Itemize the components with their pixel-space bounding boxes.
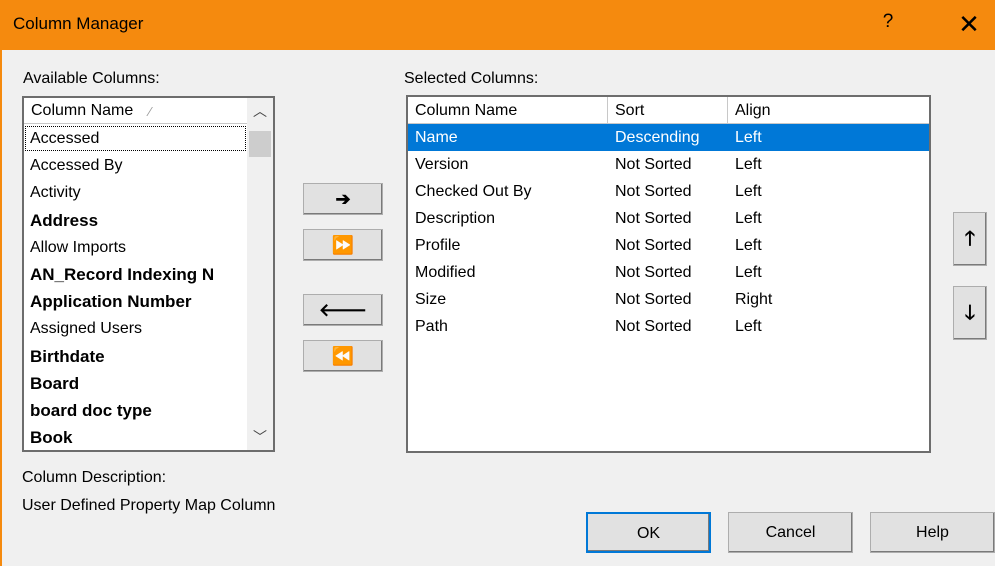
- available-column-item[interactable]: Birthdate: [24, 343, 247, 370]
- row-sort: Not Sorted: [615, 183, 692, 200]
- available-columns-list[interactable]: Column Name ⁄ Accessed Accessed By Activit…: [22, 96, 275, 452]
- selected-column-row[interactable]: Checked Out By Not Sorted Left: [408, 178, 929, 205]
- cancel-button[interactable]: Cancel: [728, 512, 853, 553]
- row-sort: Descending: [615, 129, 700, 146]
- row-column-name: Description: [415, 210, 496, 227]
- row-align: Left: [735, 156, 762, 173]
- available-column-item[interactable]: Accessed By: [24, 152, 247, 179]
- help-icon[interactable]: ?: [878, 11, 898, 33]
- selected-column-row[interactable]: Description Not Sorted Left: [408, 205, 929, 232]
- window-border: [0, 50, 2, 566]
- row-sort: Not Sorted: [615, 291, 692, 308]
- title-bar: Column Manager ? ✕: [0, 0, 995, 50]
- available-column-item[interactable]: Board: [24, 370, 247, 397]
- row-sort: Not Sorted: [615, 156, 692, 173]
- available-column-item[interactable]: Application Number: [24, 288, 247, 315]
- help-button[interactable]: Help: [870, 512, 995, 553]
- row-align: Left: [735, 237, 762, 254]
- remove-all-columns-button[interactable]: ⏪: [303, 340, 383, 372]
- available-rows: Accessed Accessed By Activity Address Allow …: [24, 125, 247, 451]
- ok-button[interactable]: OK: [586, 512, 711, 553]
- row-sort: Not Sorted: [615, 264, 692, 281]
- row-column-name: Profile: [415, 237, 461, 254]
- row-align: Left: [735, 210, 762, 227]
- sort-indicator-icon: ⁄: [149, 104, 152, 119]
- remove-column-button[interactable]: 🡐: [303, 294, 383, 326]
- header-sort[interactable]: Sort: [608, 97, 728, 124]
- column-description-text: User Defined Property Map Column: [22, 497, 276, 514]
- add-column-button[interactable]: ➔: [303, 183, 383, 215]
- available-column-item[interactable]: Address: [24, 207, 247, 234]
- available-column-item[interactable]: Assigned Users: [24, 315, 247, 342]
- scroll-up-icon[interactable]: ︿: [247, 98, 273, 124]
- move-up-button[interactable]: 🡑: [953, 212, 987, 266]
- available-column-item[interactable]: Accessed: [24, 125, 247, 152]
- column-description-label: Column Description:: [22, 469, 167, 486]
- available-column-item[interactable]: AN_Record Indexing N: [24, 261, 247, 288]
- row-sort: Not Sorted: [615, 237, 692, 254]
- vertical-scrollbar[interactable]: ︿ ﹀: [247, 98, 273, 450]
- row-align: Left: [735, 129, 762, 146]
- column-name-header-label: Column Name: [31, 102, 134, 119]
- row-align: Right: [735, 291, 773, 308]
- selected-column-row[interactable]: Modified Not Sorted Left: [408, 259, 929, 286]
- row-align: Left: [735, 318, 762, 335]
- selected-column-row[interactable]: Size Not Sorted Right: [408, 286, 929, 313]
- row-column-name: Modified: [415, 264, 476, 281]
- available-column-item[interactable]: Allow Imports: [24, 234, 247, 261]
- header-align[interactable]: Align: [728, 97, 929, 124]
- selected-column-row[interactable]: Version Not Sorted Left: [408, 151, 929, 178]
- available-column-item[interactable]: Book: [24, 424, 247, 451]
- row-column-name: Name: [415, 129, 458, 146]
- selected-column-row[interactable]: Name Descending Left: [408, 124, 929, 151]
- available-column-item[interactable]: board doc type: [24, 397, 247, 424]
- window-title: Column Manager: [13, 14, 144, 33]
- row-column-name: Size: [415, 291, 447, 308]
- scroll-down-icon[interactable]: ﹀: [247, 424, 273, 450]
- column-name-header[interactable]: Column Name ⁄: [24, 98, 247, 124]
- grid-header: Column Name Sort Align: [408, 97, 929, 124]
- available-columns-label: Available Columns:: [23, 70, 160, 87]
- selected-column-row[interactable]: Path Not Sorted Left: [408, 313, 929, 340]
- row-sort: Not Sorted: [615, 318, 692, 335]
- selected-columns-label: Selected Columns:: [404, 70, 539, 87]
- row-column-name: Checked Out By: [415, 183, 532, 200]
- row-align: Left: [735, 264, 762, 281]
- row-align: Left: [735, 183, 762, 200]
- add-all-columns-button[interactable]: ⏩: [303, 229, 383, 261]
- selected-column-row[interactable]: Profile Not Sorted Left: [408, 232, 929, 259]
- close-icon[interactable]: ✕: [952, 6, 986, 42]
- move-down-button[interactable]: 🡓: [953, 286, 987, 340]
- selected-columns-grid[interactable]: Column Name Sort Align Name Descending Lef…: [406, 95, 931, 453]
- row-column-name: Version: [415, 156, 469, 173]
- scroll-thumb[interactable]: [249, 131, 271, 157]
- row-column-name: Path: [415, 318, 448, 335]
- header-column-name[interactable]: Column Name: [408, 97, 608, 124]
- row-sort: Not Sorted: [615, 210, 692, 227]
- available-column-item[interactable]: Activity: [24, 179, 247, 206]
